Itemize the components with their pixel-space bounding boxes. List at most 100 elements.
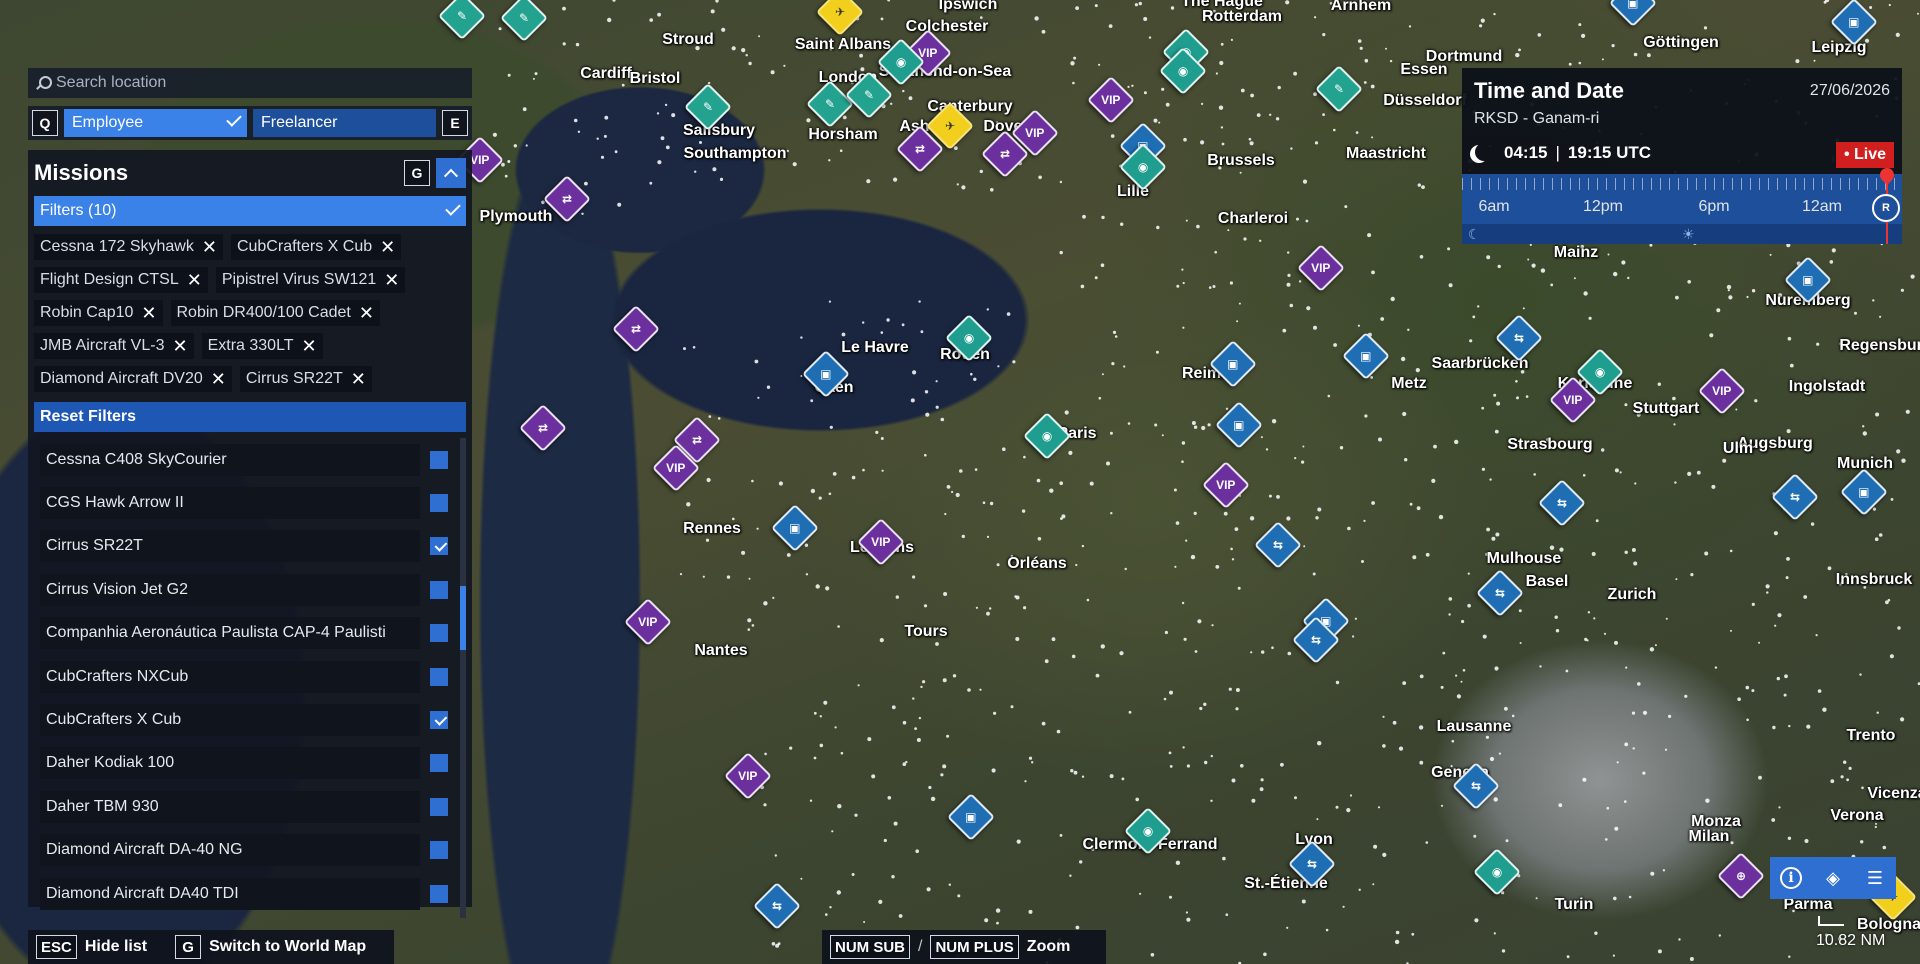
aircraft-row[interactable]: CubCrafters X Cub <box>34 698 466 741</box>
settlement-dot <box>1287 251 1290 254</box>
aircraft-checkbox[interactable] <box>430 494 448 513</box>
filters-toggle[interactable]: Filters (10) <box>34 196 466 226</box>
remove-filter-icon[interactable]: ✕ <box>380 238 395 256</box>
aircraft-row[interactable]: Cirrus Vision Jet G2 <box>34 568 466 611</box>
time-slider[interactable]: 6am 12pm 6pm 12am ☾ ☀ R <box>1462 165 1902 244</box>
settlement-dot <box>1624 550 1628 554</box>
aircraft-checkbox[interactable] <box>430 624 448 643</box>
aircraft-checkbox[interactable] <box>430 450 448 469</box>
settlement-dot <box>867 737 872 742</box>
remove-filter-icon[interactable]: ✕ <box>384 271 399 289</box>
settlement-dot <box>575 42 580 47</box>
city-label: Ipswich <box>938 0 998 13</box>
aircraft-filter-list[interactable]: Cessna C408 SkyCourier CGS Hawk Arrow II C… <box>34 438 466 918</box>
aircraft-checkbox[interactable] <box>430 580 448 599</box>
city-label: Tours <box>904 623 948 640</box>
city-label: Saint Albans <box>794 36 892 53</box>
aircraft-row[interactable]: Cirrus SR22T <box>34 525 466 568</box>
filter-chip[interactable]: Diamond Aircraft DV20 ✕ <box>34 366 232 392</box>
settlement-dot <box>957 894 961 898</box>
scrollbar-thumb[interactable] <box>460 586 466 650</box>
settlement-dot <box>1460 680 1463 683</box>
aircraft-row[interactable]: Daher TBM 930 <box>34 785 466 828</box>
aircraft-row[interactable]: CubCrafters NXCub <box>34 655 466 698</box>
aircraft-checkbox[interactable] <box>430 884 448 903</box>
realtime-sync-button[interactable]: R <box>1872 194 1900 222</box>
aircraft-checkbox[interactable] <box>430 841 448 860</box>
mode-freelancer-button[interactable]: Freelancer <box>253 109 436 137</box>
filter-chip[interactable]: JMB Aircraft VL-3 ✕ <box>34 333 194 359</box>
info-button[interactable]: i <box>1778 865 1804 891</box>
remove-filter-icon[interactable]: ✕ <box>351 370 366 388</box>
reset-filters-button[interactable]: Reset Filters <box>34 402 466 432</box>
settlement-dot <box>942 764 947 769</box>
remove-filter-icon[interactable]: ✕ <box>202 238 217 256</box>
settlement-dot <box>1041 721 1046 726</box>
settlement-dot <box>1448 597 1453 601</box>
settlement-dot <box>1840 775 1844 779</box>
aircraft-checkbox[interactable] <box>430 797 448 816</box>
remove-filter-icon[interactable]: ✕ <box>359 304 374 322</box>
key-hint-zoom-in[interactable]: NUM PLUS <box>930 935 1019 959</box>
filter-chip[interactable]: Cirrus SR22T ✕ <box>239 366 372 392</box>
collapse-button[interactable] <box>436 158 466 188</box>
settlement-dot <box>887 0 891 2</box>
aircraft-row[interactable]: Daher Kodiak 100 <box>34 742 466 785</box>
settlement-dot <box>1212 285 1216 288</box>
remove-filter-icon[interactable]: ✕ <box>187 271 202 289</box>
filter-chip[interactable]: Pipistrel Virus SW121 ✕ <box>215 267 406 293</box>
filter-chip[interactable]: Robin Cap10 ✕ <box>34 300 163 326</box>
aircraft-row[interactable]: CGS Hawk Arrow II <box>34 481 466 524</box>
settlement-dot <box>1263 952 1267 957</box>
settlement-dot <box>800 877 803 880</box>
filter-chip[interactable]: Flight Design CTSL ✕ <box>34 267 208 293</box>
aircraft-row[interactable]: Diamond Aircraft DA40 TDI <box>34 872 466 915</box>
city-label: Charleroi <box>1217 210 1289 227</box>
aircraft-row[interactable]: Cessna C408 SkyCourier <box>34 438 466 481</box>
mode-employee-button[interactable]: Employee <box>64 109 247 137</box>
settlement-dot <box>961 185 966 190</box>
timeline-label: 6am <box>1478 198 1510 215</box>
scrollbar[interactable] <box>460 438 466 918</box>
remove-filter-icon[interactable]: ✕ <box>172 337 187 355</box>
layers-button[interactable]: ◈ <box>1820 865 1846 891</box>
filter-chip[interactable]: CubCrafters X Cub ✕ <box>230 234 402 260</box>
settlement-dot <box>1482 634 1487 639</box>
key-hint-zoom-out[interactable]: NUM SUB <box>830 935 910 959</box>
aircraft-row[interactable]: Companhia Aeronáutica Paulista CAP-4 Pau… <box>34 612 466 655</box>
search-input[interactable]: Search location <box>28 68 472 98</box>
key-hint-esc[interactable]: ESC <box>36 935 77 959</box>
live-button[interactable]: • Live <box>1835 142 1894 168</box>
settlement-dot <box>1525 395 1529 398</box>
settings-button[interactable]: ☰ <box>1862 865 1888 891</box>
remove-filter-icon[interactable]: ✕ <box>211 370 226 388</box>
key-hint-prev[interactable]: Q <box>32 110 58 136</box>
settlement-dot <box>1349 794 1353 797</box>
aircraft-checkbox[interactable] <box>430 754 448 773</box>
settlement-dot <box>1098 396 1102 400</box>
aircraft-row[interactable]: Diamond Aircraft DA-40 NG <box>34 829 466 872</box>
settlement-dot <box>1276 495 1280 499</box>
settlement-dot <box>1287 651 1292 656</box>
aircraft-checkbox[interactable] <box>430 667 448 686</box>
filter-chip[interactable]: Extra 330LT ✕ <box>201 333 323 359</box>
remove-filter-icon[interactable]: ✕ <box>141 304 156 322</box>
settlement-dot <box>1111 362 1115 366</box>
filter-chip[interactable]: Robin DR400/100 Cadet ✕ <box>170 300 380 326</box>
settlement-dot <box>1882 845 1887 850</box>
settlement-dot <box>1486 255 1491 260</box>
key-hint-toggle[interactable]: G <box>404 160 430 186</box>
settlement-dot <box>507 73 511 77</box>
key-hint-next[interactable]: E <box>442 110 468 136</box>
filter-chip[interactable]: Cessna 172 Skyhawk ✕ <box>34 234 223 260</box>
settlement-dot <box>995 908 1001 913</box>
settlement-dot <box>1632 747 1635 750</box>
settlement-dot <box>1789 363 1794 368</box>
key-hint-g[interactable]: G <box>175 935 202 959</box>
aircraft-checkbox[interactable] <box>430 711 448 730</box>
aircraft-checkbox[interactable] <box>430 537 448 556</box>
remove-filter-icon[interactable]: ✕ <box>302 337 317 355</box>
settlement-dot <box>1081 544 1085 548</box>
settlement-dot <box>1776 676 1781 681</box>
city-label: Stroud <box>662 31 714 48</box>
